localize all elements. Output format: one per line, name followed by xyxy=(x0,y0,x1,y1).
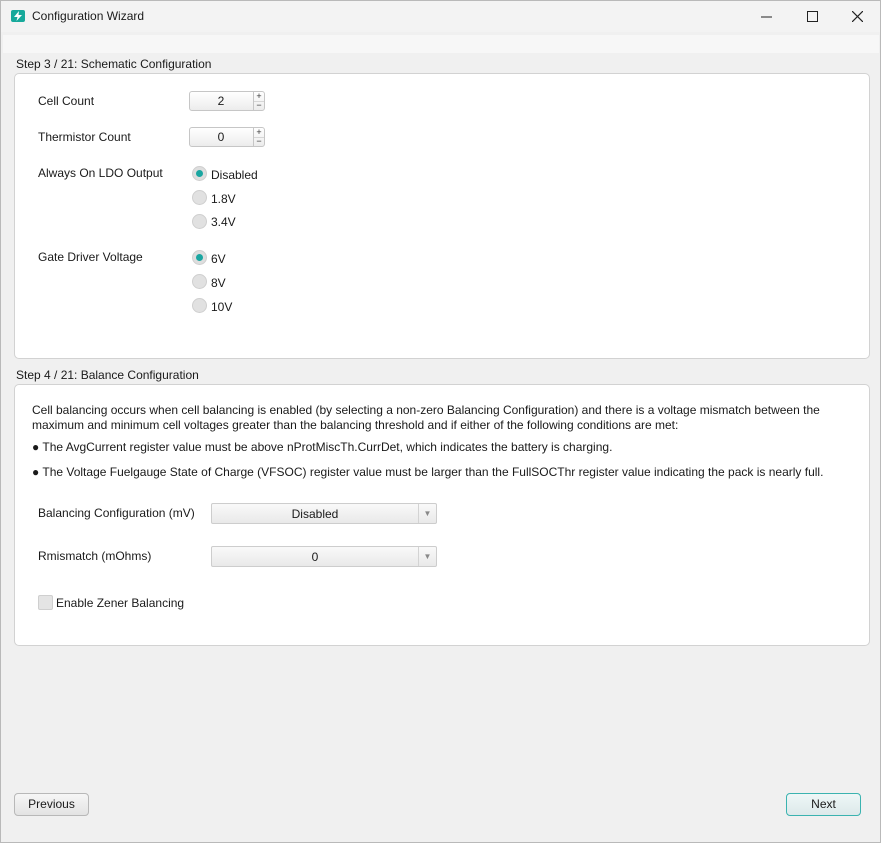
thermistor-count-spinner[interactable]: 0 + − xyxy=(189,127,265,147)
close-button[interactable] xyxy=(834,1,880,32)
rmismatch-label: Rmismatch (mOhms) xyxy=(38,549,152,563)
cell-count-decrement-button[interactable]: − xyxy=(254,101,264,110)
ldo-disabled-radio[interactable] xyxy=(192,166,207,181)
step3-title: Step 3 / 21: Schematic Configuration xyxy=(16,57,212,71)
gate-10v-label: 10V xyxy=(211,300,233,314)
rmismatch-value: 0 xyxy=(311,550,319,564)
ldo-disabled-label: Disabled xyxy=(211,168,258,182)
cell-count-spinner[interactable]: 2 + − xyxy=(189,91,265,111)
thermistor-count-decrement-button[interactable]: − xyxy=(254,137,264,146)
balancing-configuration-label: Balancing Configuration (mV) xyxy=(38,506,195,520)
gate-6v-radio[interactable] xyxy=(192,250,207,265)
ldo-1-8v-label: 1.8V xyxy=(211,192,236,206)
gate-8v-label: 8V xyxy=(211,276,226,290)
balancing-configuration-dropdown[interactable]: Disabled ▼ xyxy=(211,503,437,524)
ldo-3-4v-radio[interactable] xyxy=(192,214,207,229)
chevron-down-icon: ▼ xyxy=(418,504,436,523)
ldo-3-4v-label: 3.4V xyxy=(211,215,236,229)
condition-bullet-2: ● The Voltage Fuelgauge State of Charge … xyxy=(32,465,824,479)
step4-title: Step 4 / 21: Balance Configuration xyxy=(16,368,199,382)
cell-count-label: Cell Count xyxy=(38,94,95,108)
gate-8v-radio[interactable] xyxy=(192,274,207,289)
chevron-down-icon: ▼ xyxy=(418,547,436,566)
balancing-configuration-value: Disabled xyxy=(291,507,339,521)
thermistor-count-label: Thermistor Count xyxy=(38,130,131,144)
condition-bullet-1: ● The AvgCurrent register value must be … xyxy=(32,440,613,454)
window-title: Configuration Wizard xyxy=(32,9,145,23)
ldo-output-label: Always On LDO Output xyxy=(38,166,163,180)
next-button[interactable]: Next xyxy=(786,793,861,816)
ldo-1-8v-radio[interactable] xyxy=(192,190,207,205)
gate-6v-label: 6V xyxy=(211,252,226,266)
balancing-intro-line1: Cell balancing occurs when cell balancin… xyxy=(32,403,820,417)
configuration-wizard-window: Configuration Wizard Step 3 / 21: Schema… xyxy=(0,0,881,843)
title-bar: Configuration Wizard xyxy=(1,1,880,32)
minimize-button[interactable] xyxy=(743,1,789,32)
close-icon xyxy=(851,11,863,22)
maximize-button[interactable] xyxy=(789,1,835,32)
schematic-configuration-panel: Cell Count 2 + − Thermistor Count 0 + − … xyxy=(14,73,870,359)
gate-driver-voltage-label: Gate Driver Voltage xyxy=(38,250,143,264)
gate-10v-radio[interactable] xyxy=(192,298,207,313)
rmismatch-dropdown[interactable]: 0 ▼ xyxy=(211,546,437,567)
minimize-icon xyxy=(760,16,772,18)
enable-zener-balancing-checkbox[interactable] xyxy=(38,595,53,610)
thermistor-count-stepper: + − xyxy=(253,128,264,146)
maximize-icon xyxy=(806,11,818,22)
wizard-content: Step 3 / 21: Schematic Configuration Cel… xyxy=(1,32,880,842)
cell-count-value: 2 xyxy=(217,94,225,108)
cell-count-stepper: + − xyxy=(253,92,264,110)
lightning-bolt-icon xyxy=(11,10,25,22)
thermistor-count-value: 0 xyxy=(217,130,225,144)
balancing-intro-line2: maximum and minimum cell voltages greate… xyxy=(32,418,679,432)
enable-zener-balancing-label: Enable Zener Balancing xyxy=(56,596,185,610)
header-band xyxy=(3,35,879,53)
balance-configuration-panel: Cell balancing occurs when cell balancin… xyxy=(14,384,870,646)
previous-button[interactable]: Previous xyxy=(14,793,89,816)
